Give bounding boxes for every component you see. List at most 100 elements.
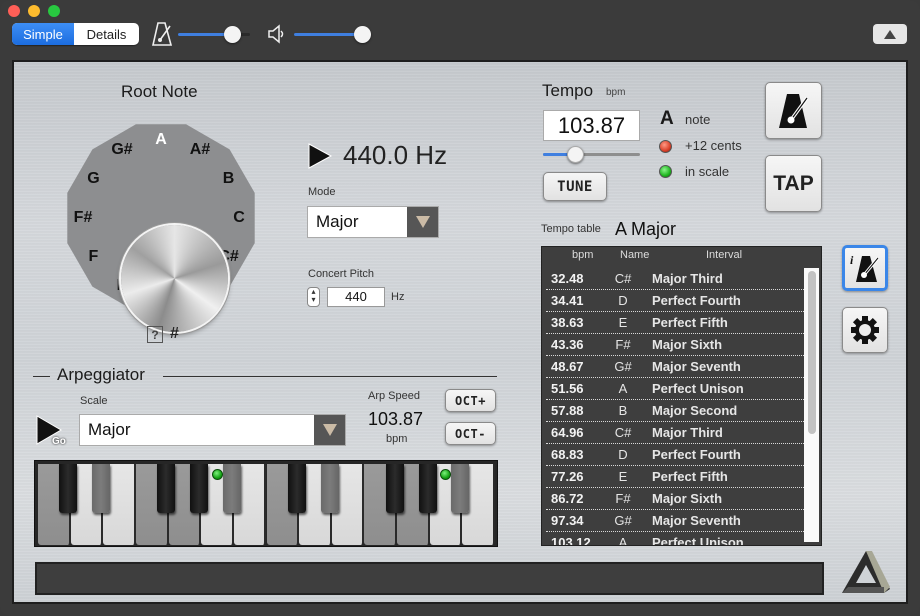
scale-value: Major xyxy=(88,420,131,439)
play-tone-button[interactable] xyxy=(307,142,333,170)
main-panel: Root Note AA#BCC#DD#EFF#GG# ? # 440.0 Hz… xyxy=(12,60,908,604)
arpeggiator-rule-left xyxy=(33,376,50,377)
frequency-readout: 440.0 Hz xyxy=(343,140,448,170)
piano-black-key-d-sharp[interactable] xyxy=(92,464,111,513)
cents-indicator-led xyxy=(659,140,672,153)
metronome-icon xyxy=(778,93,808,128)
tempo-table-label: Tempo table xyxy=(541,223,601,235)
piano-black-key-c-sharp[interactable] xyxy=(287,464,306,513)
help-icon[interactable]: ? xyxy=(147,326,163,343)
piano-black-key-a-sharp[interactable] xyxy=(451,464,470,513)
collapse-toolbar-button[interactable] xyxy=(873,24,907,44)
mode-dropdown[interactable]: Major xyxy=(307,206,439,238)
metronome-volume-thumb[interactable] xyxy=(224,26,241,43)
tap-tempo-button[interactable]: TAP xyxy=(765,155,822,212)
table-row[interactable]: 77.26 E Perfect Fifth xyxy=(546,466,804,488)
root-note-indicator-dot xyxy=(211,469,223,480)
piano-black-key-g-sharp[interactable] xyxy=(190,464,209,513)
tab-details[interactable]: Details xyxy=(74,23,139,45)
root-note-option[interactable]: A# xyxy=(190,141,210,159)
row-bpm: 103.12 xyxy=(551,535,591,546)
row-name: E xyxy=(618,315,628,330)
row-name: C# xyxy=(614,271,632,286)
row-interval: Major Seventh xyxy=(652,359,741,374)
table-row[interactable]: 68.83 D Perfect Fourth xyxy=(546,444,804,466)
row-interval: Major Seventh xyxy=(652,513,741,528)
metronome-info-button[interactable]: i xyxy=(842,245,888,291)
row-interval: Major Second xyxy=(652,403,738,418)
row-interval: Perfect Unison xyxy=(652,535,744,546)
table-row[interactable]: 86.72 F# Major Sixth xyxy=(546,488,804,510)
concert-pitch-stepper[interactable]: ▴ ▾ xyxy=(307,287,320,307)
mode-dropdown-arrow[interactable] xyxy=(407,207,438,237)
row-name: D xyxy=(618,447,628,462)
piano-black-key-a-sharp[interactable] xyxy=(222,464,241,513)
column-header-bpm[interactable]: bpm xyxy=(572,249,593,261)
arpeggiator-title: Arpeggiator xyxy=(57,365,145,384)
piano-black-key-g-sharp[interactable] xyxy=(418,464,437,513)
piano-black-key-d-sharp[interactable] xyxy=(320,464,339,513)
row-interval: Major Sixth xyxy=(652,491,723,506)
metronome-volume-slider[interactable] xyxy=(178,26,250,43)
tab-simple[interactable]: Simple xyxy=(12,23,74,45)
piano-keyboard xyxy=(34,460,498,547)
root-note-option[interactable]: G# xyxy=(111,141,132,159)
root-note-option[interactable]: C xyxy=(233,209,245,227)
concert-pitch-input[interactable]: 440 xyxy=(327,287,385,307)
table-row[interactable]: 64.96 C# Major Third xyxy=(546,422,804,444)
table-row[interactable]: 51.56 A Perfect Unison xyxy=(546,378,804,400)
concert-pitch-unit: Hz xyxy=(391,291,405,303)
table-row[interactable]: 43.36 F# Major Sixth xyxy=(546,334,804,356)
row-name: G# xyxy=(614,513,632,528)
tempo-slider-thumb[interactable] xyxy=(567,146,584,163)
scale-dropdown[interactable]: Major xyxy=(79,414,346,446)
metronome-icon xyxy=(151,21,173,47)
piano-black-key-f-sharp[interactable] xyxy=(385,464,404,513)
root-note-option[interactable]: G xyxy=(87,170,99,188)
octave-down-button[interactable]: OCT- xyxy=(445,422,496,445)
master-volume-thumb[interactable] xyxy=(354,26,371,43)
close-button[interactable] xyxy=(8,5,20,17)
table-row[interactable]: 103.12 A Perfect Unison xyxy=(546,532,804,546)
arpeggiator-go-button[interactable]: Go xyxy=(35,414,73,450)
column-header-interval[interactable]: Interval xyxy=(706,249,742,261)
sharp-toggle[interactable]: # xyxy=(170,325,179,343)
detected-note: A xyxy=(660,108,674,129)
table-row[interactable]: 34.41 D Perfect Fourth xyxy=(546,290,804,312)
table-row[interactable]: 32.48 C# Major Third xyxy=(546,268,804,290)
master-volume-slider[interactable] xyxy=(294,26,371,43)
row-name: C# xyxy=(614,425,632,440)
metronome-button[interactable] xyxy=(765,82,822,139)
root-note-option[interactable]: A xyxy=(155,131,167,149)
table-row[interactable]: 48.67 G# Major Seventh xyxy=(546,356,804,378)
in-scale-led xyxy=(659,165,672,178)
speaker-icon xyxy=(267,24,287,44)
minimize-button[interactable] xyxy=(28,5,40,17)
table-scrollbar-thumb[interactable] xyxy=(808,271,816,434)
root-note-option[interactable]: F xyxy=(89,248,99,266)
table-scrollbar[interactable] xyxy=(804,268,819,542)
triangle-up-icon xyxy=(884,29,896,39)
scale-dropdown-arrow[interactable] xyxy=(314,415,345,445)
settings-button[interactable] xyxy=(842,307,888,353)
piano-black-key-f-sharp[interactable] xyxy=(157,464,176,513)
mode-value: Major xyxy=(316,212,359,231)
table-row[interactable]: 57.88 B Major Second xyxy=(546,400,804,422)
table-row[interactable]: 38.63 E Perfect Fifth xyxy=(546,312,804,334)
row-bpm: 97.34 xyxy=(551,513,584,528)
master-volume-fill xyxy=(294,33,362,36)
tempo-input[interactable]: 103.87 xyxy=(543,110,640,141)
row-name: G# xyxy=(614,359,632,374)
row-interval: Major Third xyxy=(652,271,723,286)
root-note-option[interactable]: F# xyxy=(74,209,93,227)
tempo-slider[interactable] xyxy=(543,146,640,163)
octave-up-button[interactable]: OCT+ xyxy=(445,389,496,412)
zoom-button[interactable] xyxy=(48,5,60,17)
root-note-knob[interactable] xyxy=(121,225,228,332)
root-note-option[interactable]: B xyxy=(223,170,235,188)
table-row[interactable]: 97.34 G# Major Seventh xyxy=(546,510,804,532)
tune-button[interactable]: TUNE xyxy=(543,172,607,201)
piano-black-key-c-sharp[interactable] xyxy=(59,464,78,513)
column-header-name[interactable]: Name xyxy=(620,249,649,261)
chevron-down-icon xyxy=(322,424,337,436)
